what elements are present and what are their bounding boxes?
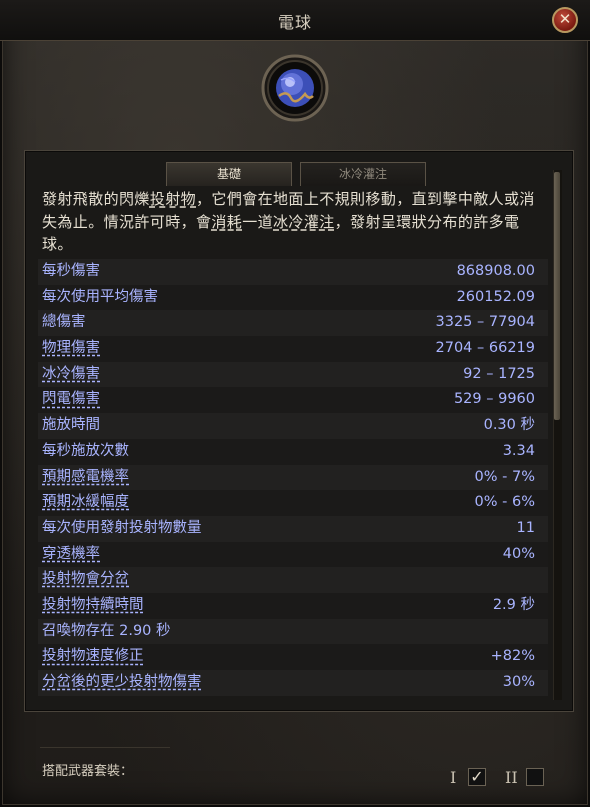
stat-value: 260152.09 xyxy=(456,288,535,305)
stat-label[interactable]: 閃電傷害 xyxy=(42,387,100,412)
skill-description: 發射飛散的閃爍投射物，它們會在地面上不規則移動，直到擊中敵人或消失為止。情況許可… xyxy=(42,188,544,256)
stat-row: 施放時間 0.30 秒 xyxy=(38,413,548,439)
stat-value: 92 – 1725 xyxy=(463,365,535,382)
weapon-set-label: 搭配武器套裝： xyxy=(42,764,134,779)
stat-label[interactable]: 預期冰緩幅度 xyxy=(42,490,129,515)
stat-row: 分岔後的更少投射物傷害 30% xyxy=(38,670,548,696)
keyword-cold-infusion[interactable]: 冰冷灌注 xyxy=(273,213,335,231)
stat-label: 每秒傷害 xyxy=(42,263,100,279)
tab-cold-infusion[interactable]: 冰冷灌注 xyxy=(300,162,426,186)
stat-row: 投射物速度修正 +82% xyxy=(38,644,548,670)
stat-label[interactable]: 冰冷傷害 xyxy=(42,362,100,387)
stat-row: 總傷害 3325 – 77904 xyxy=(38,310,548,337)
weapon-set-1-label: I xyxy=(450,768,457,787)
divider xyxy=(40,747,170,748)
stat-value: 868908.00 xyxy=(456,263,535,279)
electric-orb-icon xyxy=(261,54,329,122)
stat-row: 每秒傷害 868908.00 xyxy=(38,259,548,285)
weapon-set-1-checkbox[interactable]: ✓ xyxy=(468,768,486,786)
close-button[interactable]: ✕ xyxy=(552,7,578,33)
stat-row: 預期冰緩幅度 0% - 6% xyxy=(38,490,548,516)
stat-label: 每次使用平均傷害 xyxy=(42,288,158,305)
stat-label[interactable]: 投射物會分岔 xyxy=(42,567,129,592)
stat-value: 0.30 秒 xyxy=(483,417,535,434)
stat-label: 召喚物存在 2.90 秒 xyxy=(42,622,171,639)
stats-list: 每秒傷害 868908.00 每次使用平均傷害 260152.09 總傷害 3325 … xyxy=(38,259,548,696)
stat-value: 30% xyxy=(502,674,535,690)
stat-row: 每次使用發射投射物數量 11 xyxy=(38,515,548,542)
stat-value: 0% - 7% xyxy=(474,468,535,485)
stat-row: 每次使用平均傷害 260152.09 xyxy=(38,284,548,311)
stat-label[interactable]: 穿透機率 xyxy=(42,542,100,567)
stat-row: 閃電傷害 529 – 9960 xyxy=(38,387,548,414)
tab-basic[interactable]: 基礎 xyxy=(166,162,292,186)
keyword-consume[interactable]: 消耗 xyxy=(211,213,242,231)
description-text: 一道 xyxy=(242,212,274,231)
window-title: 電球 xyxy=(277,13,312,32)
stat-value: 2704 – 66219 xyxy=(435,340,536,357)
stat-label[interactable]: 分岔後的更少投射物傷害 xyxy=(42,670,202,695)
stat-value: 2.9 秒 xyxy=(492,596,535,613)
stat-label[interactable]: 預期感電機率 xyxy=(42,465,129,490)
scrollbar-thumb[interactable] xyxy=(554,172,560,420)
stat-row: 穿透機率 40% xyxy=(38,541,548,568)
stat-row: 冰冷傷害 92 – 1725 xyxy=(38,361,548,388)
stat-value: 11 xyxy=(516,519,535,536)
stat-label[interactable]: 投射物速度修正 xyxy=(42,644,144,669)
close-icon: ✕ xyxy=(558,10,572,28)
weapon-set-2-checkbox[interactable] xyxy=(526,768,544,786)
stat-label: 施放時間 xyxy=(42,417,100,434)
check-icon: ✓ xyxy=(470,767,484,786)
stat-row: 召喚物存在 2.90 秒 xyxy=(38,618,548,645)
stat-row: 投射物持續時間 2.9 秒 xyxy=(38,592,548,619)
title-bar: 電球 ✕ xyxy=(0,0,590,41)
stat-label: 總傷害 xyxy=(42,314,86,331)
stat-label[interactable]: 投射物持續時間 xyxy=(42,593,144,618)
stat-value: +82% xyxy=(490,648,535,665)
stat-value: 3.34 xyxy=(502,442,535,459)
stat-value: 0% - 6% xyxy=(474,494,535,511)
stat-value: 40% xyxy=(502,545,535,562)
weapon-set-2-label: II xyxy=(505,768,518,787)
stat-value: 3325 – 77904 xyxy=(435,314,536,331)
stat-row: 每秒施放次數 3.34 xyxy=(38,438,548,465)
stat-label: 每次使用發射投射物數量 xyxy=(42,519,202,536)
stat-value: 529 – 9960 xyxy=(453,391,535,408)
stat-label: 每秒施放次數 xyxy=(42,442,129,459)
keyword-projectile[interactable]: 投射物 xyxy=(150,190,196,208)
stat-label[interactable]: 物理傷害 xyxy=(42,336,100,361)
description-text: 發射飛散的閃爍 xyxy=(42,190,150,208)
stat-row: 預期感電機率 0% - 7% xyxy=(38,464,548,491)
stat-row: 投射物會分岔 xyxy=(38,567,548,593)
stat-row: 物理傷害 2704 – 66219 xyxy=(38,336,548,362)
